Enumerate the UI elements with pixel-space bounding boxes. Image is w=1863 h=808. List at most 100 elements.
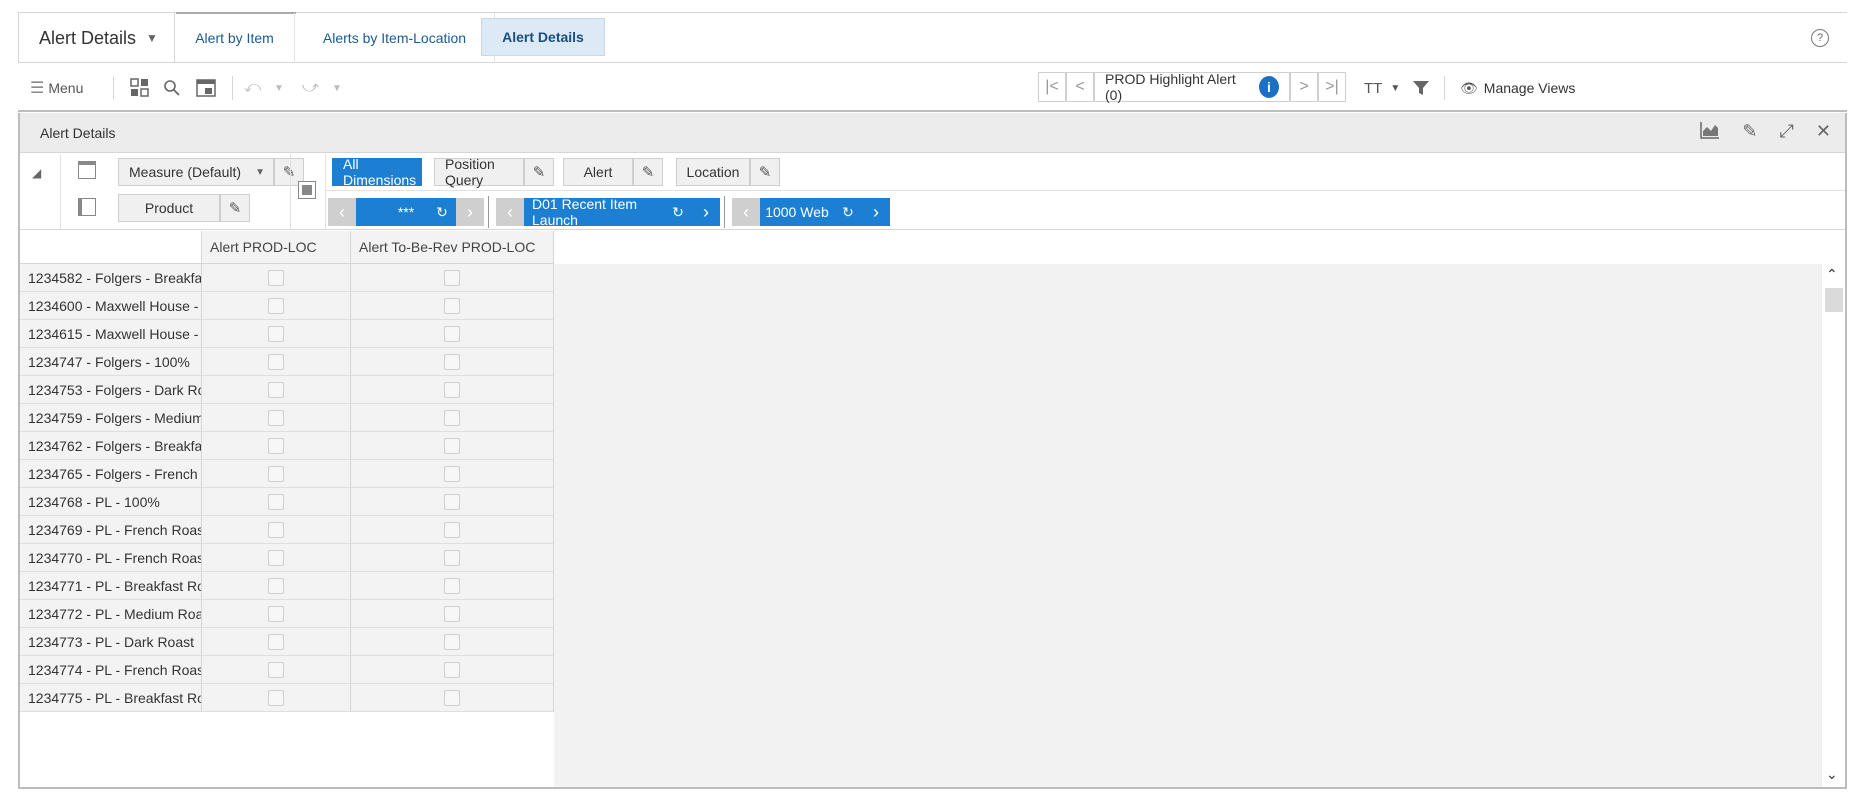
alert-checkbox[interactable] — [444, 577, 460, 594]
scroll-thumb[interactable] — [1825, 288, 1843, 312]
alert-checkbox[interactable] — [444, 325, 460, 342]
alert-checkbox[interactable] — [444, 437, 460, 454]
menu-button[interactable]: ☰ Menu — [30, 74, 83, 102]
location-reset-icon[interactable]: ↻ — [834, 198, 862, 226]
edit-location-button[interactable]: ✎ — [750, 158, 780, 186]
alert-checkbox[interactable] — [444, 269, 460, 286]
alert-selector[interactable]: PROD Highlight Alert (0) i — [1094, 71, 1290, 103]
alert-checkbox[interactable] — [268, 353, 284, 370]
row-header[interactable]: 1234600 - Maxwell House - — [20, 292, 202, 320]
text-size-button[interactable]: TT ▼ — [1364, 74, 1400, 102]
filter-icon[interactable] — [1412, 74, 1430, 102]
alert-checkbox[interactable] — [268, 269, 284, 286]
view-switcher[interactable]: Alert Details ▼ — [18, 12, 296, 63]
alert-checkbox[interactable] — [268, 381, 284, 398]
alert-checkbox[interactable] — [268, 409, 284, 426]
row-header[interactable]: 1234582 - Folgers - Breakfast — [20, 264, 202, 292]
alert-checkbox[interactable] — [268, 661, 284, 678]
alert-reset-icon[interactable]: ↻ — [428, 198, 456, 226]
undo-icon[interactable]: ⤺ — [244, 74, 261, 102]
alert-checkbox[interactable] — [444, 409, 460, 426]
product-prev-button[interactable]: ‹ — [496, 198, 524, 226]
scroll-up-icon[interactable]: ⌃ — [1826, 266, 1838, 283]
alert-checkbox[interactable] — [444, 381, 460, 398]
alert-prev-button[interactable]: ‹ — [328, 198, 356, 226]
alert-next-button[interactable]: › — [456, 198, 484, 226]
row-header[interactable]: 1234615 - Maxwell House - — [20, 320, 202, 348]
alert-dimension[interactable]: Alert — [563, 158, 633, 186]
redo-dropdown-icon[interactable]: ▼ — [332, 74, 342, 102]
alert-checkbox[interactable] — [444, 521, 460, 538]
alert-checkbox[interactable] — [444, 297, 460, 314]
edit-icon[interactable]: ✎ — [1742, 121, 1757, 144]
row-header[interactable]: 1234759 - Folgers - Medium — [20, 404, 202, 432]
row-header[interactable]: 1234753 - Folgers - Dark Roast — [20, 376, 202, 404]
scroll-down-icon[interactable]: ⌄ — [1826, 766, 1838, 783]
alert-checkbox[interactable] — [268, 437, 284, 454]
position-query-button[interactable]: Position Query — [434, 156, 524, 188]
alert-checkbox[interactable] — [268, 297, 284, 314]
vertical-scrollbar[interactable]: ⌃ ⌄ — [1821, 264, 1845, 787]
alert-checkbox[interactable] — [268, 577, 284, 594]
next-alert-button[interactable]: > — [1290, 72, 1318, 102]
collapse-icon[interactable]: ◢ — [32, 166, 41, 180]
alert-checkbox[interactable] — [444, 353, 460, 370]
row-header[interactable]: 1234762 - Folgers - Breakfast — [20, 432, 202, 460]
expand-icon[interactable]: ⤢ — [1780, 121, 1794, 144]
alert-checkbox[interactable] — [444, 549, 460, 566]
location-prev-button[interactable]: ‹ — [732, 198, 760, 226]
tab-alert-by-item[interactable]: Alert by Item — [175, 13, 295, 63]
alert-checkbox[interactable] — [444, 465, 460, 482]
product-dimension[interactable]: Product — [118, 194, 220, 222]
alert-checkbox[interactable] — [268, 325, 284, 342]
row-header[interactable]: 1234774 - PL - French Roast — [20, 656, 202, 684]
row-header[interactable]: 1234771 - PL - Breakfast Roast — [20, 572, 202, 600]
layout-icon[interactable] — [130, 74, 150, 102]
close-icon[interactable]: ✕ — [1816, 121, 1831, 144]
edit-position-query-button[interactable]: ✎ — [524, 158, 554, 186]
search-icon[interactable] — [163, 74, 181, 102]
row-header[interactable]: 1234769 - PL - French Roast — [20, 516, 202, 544]
first-alert-button[interactable]: |< — [1038, 72, 1066, 102]
manage-views-button[interactable]: 👁 Manage Views — [1460, 74, 1575, 102]
alert-checkbox[interactable] — [268, 549, 284, 566]
product-next-button[interactable]: › — [692, 198, 720, 226]
save-view-icon[interactable] — [196, 74, 216, 102]
undo-dropdown-icon[interactable]: ▼ — [274, 74, 284, 102]
product-reset-icon[interactable]: ↻ — [664, 198, 692, 226]
alert-checkbox[interactable] — [268, 605, 284, 622]
row-header[interactable]: 1234772 - PL - Medium Roast — [20, 600, 202, 628]
product-page-value[interactable]: D01 Recent Item Launch — [524, 196, 664, 228]
last-alert-button[interactable]: >| — [1318, 72, 1346, 102]
redo-icon[interactable]: ⤻ — [302, 74, 319, 102]
edit-product-button[interactable]: ✎ — [220, 194, 250, 222]
chart-icon[interactable] — [1700, 121, 1720, 144]
row-header[interactable]: 1234765 - Folgers - French — [20, 460, 202, 488]
location-next-button[interactable]: › — [862, 198, 890, 226]
tab-alerts-by-item-location[interactable]: Alerts by Item-Location — [295, 13, 495, 63]
column-header[interactable]: Alert To-Be-Rev PROD-LOC — [351, 231, 554, 264]
info-icon[interactable]: i — [1258, 76, 1279, 98]
location-dimension[interactable]: Location — [676, 158, 750, 186]
help-icon[interactable]: ? — [1811, 29, 1829, 47]
row-header[interactable]: 1234770 - PL - French Roast — [20, 544, 202, 572]
row-header[interactable]: 1234747 - Folgers - 100% — [20, 348, 202, 376]
row-header[interactable]: 1234773 - PL - Dark Roast — [20, 628, 202, 656]
edit-alert-button[interactable]: ✎ — [633, 158, 663, 186]
alert-checkbox[interactable] — [268, 521, 284, 538]
column-header[interactable]: Alert PROD-LOC — [202, 231, 351, 264]
alert-checkbox[interactable] — [268, 633, 284, 650]
alert-checkbox[interactable] — [268, 465, 284, 482]
prev-alert-button[interactable]: < — [1066, 72, 1094, 102]
all-dimensions-button[interactable]: All Dimensions — [332, 156, 422, 188]
alert-checkbox[interactable] — [444, 689, 460, 706]
row-header[interactable]: 1234768 - PL - 100% — [20, 488, 202, 516]
measure-dropdown[interactable]: Measure (Default) ▼ — [118, 158, 274, 186]
location-page-value[interactable]: 1000 Web — [760, 198, 834, 226]
alert-checkbox[interactable] — [444, 605, 460, 622]
alert-checkbox[interactable] — [444, 633, 460, 650]
row-header[interactable]: 1234775 - PL - Breakfast Roast — [20, 684, 202, 712]
alert-checkbox[interactable] — [268, 689, 284, 706]
alert-checkbox[interactable] — [444, 493, 460, 510]
tab-alert-details[interactable]: Alert Details — [481, 18, 605, 56]
